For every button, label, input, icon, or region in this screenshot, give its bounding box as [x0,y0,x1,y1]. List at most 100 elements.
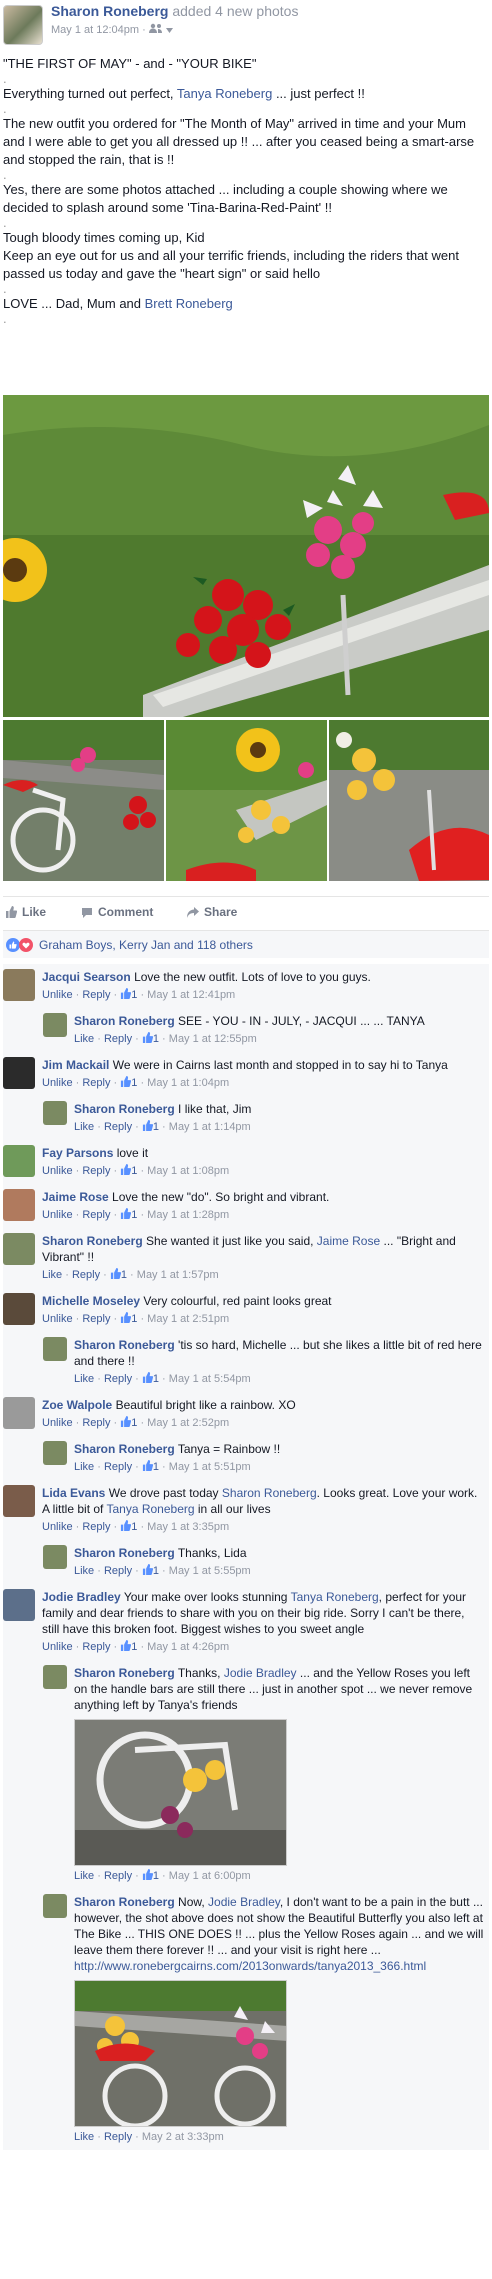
commenter-name[interactable]: Sharon Roneberg [74,1014,175,1028]
commenter-avatar[interactable] [3,1189,35,1221]
commenter-name[interactable]: Sharon Roneberg [74,1546,175,1560]
comment-timestamp[interactable]: May 1 at 4:26pm [147,1641,229,1653]
reply-button[interactable]: Reply [82,1209,110,1221]
unlike-button[interactable]: Unlike [42,1313,73,1325]
mentioned-person-link[interactable]: Jaime Rose [317,1234,380,1248]
photo-thumb-2[interactable] [166,720,327,881]
comment-like-count[interactable]: 1 [120,988,137,1001]
mentioned-person-link[interactable]: Tanya Roneberg [291,1590,379,1604]
mentioned-person-link[interactable]: Jodie Bradley [224,1666,297,1680]
post-timestamp[interactable]: May 1 at 12:04pm [51,24,139,36]
unlike-button[interactable]: Unlike [42,1641,73,1653]
commenter-avatar[interactable] [3,1145,35,1177]
commenter-avatar[interactable] [43,1545,67,1569]
comment-timestamp[interactable]: May 1 at 12:41pm [147,989,235,1001]
comment-photo[interactable] [74,1719,287,1866]
like-button[interactable]: Like [5,905,46,919]
mentioned-person-link[interactable]: Sharon Roneberg [222,1486,317,1500]
unlike-button[interactable]: Unlike [42,1521,73,1533]
commenter-name[interactable]: Jaime Rose [42,1190,109,1204]
comment-timestamp[interactable]: May 2 at 3:33pm [142,2131,224,2143]
commenter-name[interactable]: Fay Parsons [42,1146,113,1160]
commenter-name[interactable]: Sharon Roneberg [74,1442,175,1456]
unlike-button[interactable]: Unlike [42,1077,73,1089]
commenter-avatar[interactable] [43,1665,67,1689]
comment-timestamp[interactable]: May 1 at 2:51pm [147,1313,229,1325]
unlike-button[interactable]: Unlike [42,1417,73,1429]
comment-photo[interactable] [74,1980,287,2127]
tag-tanya-roneberg[interactable]: Tanya Roneberg [177,86,272,101]
mentioned-person-link[interactable]: Jodie Bradley [208,1895,280,1909]
commenter-name[interactable]: Sharon Roneberg [74,1666,175,1680]
unlike-button[interactable]: Unlike [42,1165,73,1177]
friends-icon[interactable] [148,23,173,36]
comment-like-count[interactable]: 1 [120,1076,137,1089]
like-comment-button[interactable]: Like [42,1269,62,1281]
comment-like-count[interactable]: 1 [142,1032,159,1045]
photo-thumb-1[interactable] [3,720,164,881]
like-comment-button[interactable]: Like [74,1461,94,1473]
mentioned-person-link[interactable]: Tanya Roneberg [106,1502,194,1516]
comment-button[interactable]: Comment [81,905,153,919]
reply-button[interactable]: Reply [104,2131,132,2143]
reply-button[interactable]: Reply [82,1165,110,1177]
likes-summary-text[interactable]: Graham Boys, Kerry Jan and 118 others [39,938,253,952]
commenter-avatar[interactable] [3,969,35,1001]
comment-timestamp[interactable]: May 1 at 1:57pm [137,1269,219,1281]
reply-button[interactable]: Reply [104,1870,132,1882]
commenter-name[interactable]: Michelle Moseley [42,1294,140,1308]
commenter-avatar[interactable] [3,1233,35,1265]
comment-timestamp[interactable]: May 1 at 1:08pm [147,1165,229,1177]
comment-timestamp[interactable]: May 1 at 5:51pm [169,1461,251,1473]
commenter-avatar[interactable] [3,1057,35,1089]
reply-button[interactable]: Reply [82,1521,110,1533]
photo-thumb-3[interactable] [329,720,489,881]
unlike-button[interactable]: Unlike [42,989,73,1001]
comment-timestamp[interactable]: May 1 at 1:14pm [169,1121,251,1133]
comment-like-count[interactable]: 1 [120,1164,137,1177]
comment-timestamp[interactable]: May 1 at 5:54pm [169,1373,251,1385]
comment-like-count[interactable]: 1 [142,1564,159,1577]
tag-brett-roneberg[interactable]: Brett Roneberg [145,296,233,311]
commenter-name[interactable]: Jacqui Searson [42,970,131,984]
like-comment-button[interactable]: Like [74,1565,94,1577]
reply-button[interactable]: Reply [104,1565,132,1577]
comment-like-count[interactable]: 1 [120,1208,137,1221]
commenter-avatar[interactable] [3,1397,35,1429]
comment-timestamp[interactable]: May 1 at 6:00pm [169,1870,251,1882]
comment-timestamp[interactable]: May 1 at 2:52pm [147,1417,229,1429]
reply-button[interactable]: Reply [82,1077,110,1089]
reply-button[interactable]: Reply [104,1121,132,1133]
comment-timestamp[interactable]: May 1 at 3:35pm [147,1521,229,1533]
commenter-name[interactable]: Sharon Roneberg [74,1895,175,1909]
comment-timestamp[interactable]: May 1 at 5:55pm [169,1565,251,1577]
share-button[interactable]: Share [187,905,237,919]
author-avatar[interactable] [3,5,43,45]
comment-like-count[interactable]: 1 [120,1640,137,1653]
commenter-name[interactable]: Jim Mackail [42,1058,109,1072]
commenter-avatar[interactable] [3,1485,35,1517]
like-comment-button[interactable]: Like [74,1121,94,1133]
commenter-avatar[interactable] [43,1337,67,1361]
commenter-avatar[interactable] [43,1101,67,1125]
reply-button[interactable]: Reply [72,1269,100,1281]
commenter-name[interactable]: Sharon Roneberg [42,1234,143,1248]
reply-button[interactable]: Reply [82,1417,110,1429]
commenter-name[interactable]: Sharon Roneberg [74,1338,175,1352]
commenter-name[interactable]: Sharon Roneberg [74,1102,175,1116]
like-comment-button[interactable]: Like [74,1870,94,1882]
commenter-avatar[interactable] [3,1293,35,1325]
comment-timestamp[interactable]: May 1 at 12:55pm [169,1033,257,1045]
reply-button[interactable]: Reply [82,1641,110,1653]
commenter-name[interactable]: Jodie Bradley [42,1590,121,1604]
commenter-avatar[interactable] [43,1441,67,1465]
external-link[interactable]: http://www.ronebergcairns.com/2013onward… [74,1959,426,1973]
comment-like-count[interactable]: 1 [120,1312,137,1325]
photo-main[interactable] [3,395,489,717]
comment-like-count[interactable]: 1 [120,1520,137,1533]
comment-like-count[interactable]: 1 [142,1372,159,1385]
like-comment-button[interactable]: Like [74,1373,94,1385]
likes-summary[interactable]: Graham Boys, Kerry Jan and 118 others [3,930,489,958]
commenter-avatar[interactable] [43,1013,67,1037]
commenter-avatar[interactable] [3,1589,35,1621]
